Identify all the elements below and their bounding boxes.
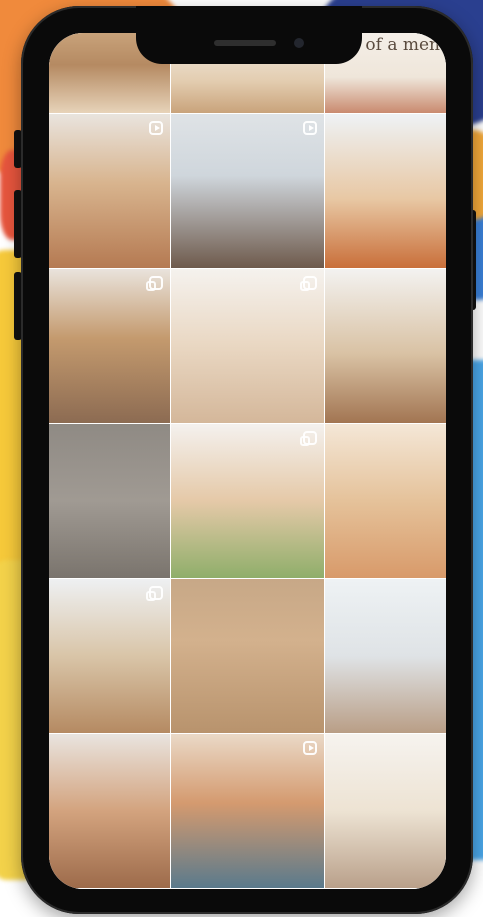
carousel-icon [300,276,317,291]
reel-icon [149,121,163,135]
reel-icon [303,741,317,755]
feed-tile[interactable] [49,734,170,888]
phone-screen: of a men [49,33,446,889]
speaker-grille [214,40,276,46]
carousel-icon [146,276,163,291]
tile-caption: of a men [365,35,440,55]
feed-tile[interactable] [325,114,446,268]
feed-tile[interactable] [171,579,324,733]
feed-tile[interactable] [49,424,170,578]
feed-tile[interactable] [325,734,446,888]
feed-tile[interactable] [171,114,324,268]
feed-tile[interactable] [325,269,446,423]
feed-tile[interactable] [171,269,324,423]
front-camera [294,38,304,48]
carousel-icon [300,431,317,446]
feed-tile[interactable] [171,734,324,888]
feed-tile[interactable] [49,114,170,268]
feed-tile[interactable] [49,579,170,733]
feed-tile[interactable] [171,424,324,578]
feed-tile[interactable] [325,424,446,578]
feed-tile[interactable] [49,269,170,423]
phone-notch [136,6,362,64]
photo-grid: of a men [49,33,446,889]
carousel-icon [146,586,163,601]
reel-icon [303,121,317,135]
feed-tile[interactable] [325,579,446,733]
